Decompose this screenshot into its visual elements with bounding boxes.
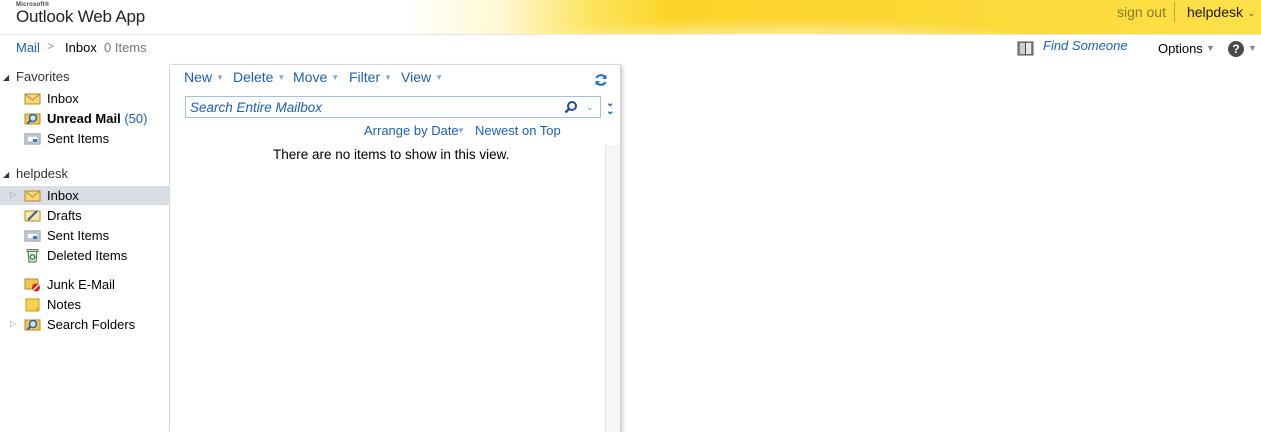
folder-item-notes[interactable]: Notes	[0, 295, 170, 314]
chevron-down-icon[interactable]: ▼	[1248, 43, 1257, 53]
chevron-down-icon[interactable]: ⌄	[586, 102, 594, 113]
header-divider	[1174, 2, 1175, 22]
expand-triangle-icon[interactable]: ▷	[10, 319, 16, 328]
folder-item-sent-items[interactable]: Sent Items	[0, 226, 170, 245]
refresh-icon[interactable]	[594, 73, 608, 87]
drafts-icon	[24, 210, 41, 222]
chevron-down-icon[interactable]: ▼	[277, 73, 285, 82]
sort-order-toggle[interactable]: Newest on Top	[475, 123, 561, 138]
search-icon[interactable]	[564, 100, 578, 114]
unread-mail-label-group: Unread Mail (50)	[47, 111, 147, 126]
chevron-down-icon[interactable]: ▼	[331, 73, 339, 82]
folder-label: Notes	[47, 297, 81, 312]
recycle-bin-icon	[26, 249, 39, 263]
options-menu[interactable]: Options	[1158, 41, 1203, 56]
app-header: Microsoft® Outlook Web App sign out help…	[0, 0, 1261, 35]
sent-items-icon	[24, 133, 41, 145]
filter-button[interactable]: Filter ▼	[349, 69, 392, 85]
folder-label: Drafts	[47, 208, 82, 223]
delete-button[interactable]: Delete ▼	[233, 69, 285, 85]
search-box[interactable]: ⌄	[185, 96, 601, 118]
favorite-item-sent-items[interactable]: Sent Items	[0, 129, 170, 148]
search-folder-icon	[24, 319, 41, 331]
notes-icon	[25, 298, 40, 312]
app-title: Outlook Web App	[16, 7, 145, 26]
chevron-down-icon[interactable]: ⌄	[1247, 8, 1255, 19]
breadcrumb-mail-link[interactable]: Mail	[16, 40, 40, 55]
chevron-down-icon[interactable]: ▼	[435, 73, 443, 82]
unread-count: 50	[128, 111, 144, 126]
message-list-pane: New▼ Delete▼ Move▼ Filter▼ View▼ ⌄ ⌄⌄ Ar…	[171, 64, 621, 432]
collapse-triangle-icon[interactable]: ◢	[3, 73, 9, 82]
folder-item-junk-e-mail[interactable]: Junk E-Mail	[0, 275, 170, 294]
message-list-scrollbar[interactable]	[605, 145, 620, 432]
breadcrumb-current-folder: Inbox	[65, 40, 97, 55]
chevron-down-icon[interactable]: ▼	[457, 126, 465, 135]
folder-label: Junk E-Mail	[47, 277, 115, 292]
empty-list-message: There are no items to show in this view.	[273, 147, 510, 162]
breadcrumb-separator: >	[47, 39, 55, 53]
double-chevron-down-icon[interactable]: ⌄ ⌄	[606, 99, 614, 117]
view-button[interactable]: View ▼	[401, 69, 443, 85]
sent-items-icon	[24, 230, 41, 242]
folder-tree: ◢ Favorites Inbox Unread Mail (50) Sent …	[0, 64, 170, 432]
new-label: New	[184, 69, 213, 85]
inbox-icon	[24, 190, 41, 202]
arrange-by-menu[interactable]: Arrange by Date	[364, 123, 459, 138]
folder-label: Inbox	[47, 188, 79, 203]
chevron-down-icon[interactable]: ▼	[384, 73, 392, 82]
folder-label: Search Folders	[47, 317, 136, 332]
folder-label: Deleted Items	[47, 248, 128, 263]
collapse-triangle-icon[interactable]: ◢	[3, 170, 9, 179]
junk-icon	[24, 278, 40, 292]
folder-label: Unread Mail	[47, 111, 121, 126]
chevron-down-icon[interactable]: ▼	[216, 73, 224, 82]
folder-label: Sent Items	[47, 228, 110, 243]
user-menu[interactable]: helpdesk	[1187, 4, 1243, 20]
address-book-icon[interactable]	[1017, 41, 1034, 56]
inbox-icon	[24, 93, 41, 105]
folder-item-search-folders[interactable]: ▷ Search Folders	[0, 315, 170, 334]
search-folder-icon	[24, 113, 41, 125]
favorite-item-inbox[interactable]: Inbox	[0, 89, 170, 108]
breadcrumb: Mail > Inbox 0 Items Find Someone Option…	[0, 36, 1261, 62]
view-label: View	[401, 69, 432, 85]
sign-out-link[interactable]: sign out	[1117, 4, 1166, 20]
filter-label: Filter	[349, 69, 381, 85]
expand-triangle-icon[interactable]: ▷	[10, 190, 16, 199]
move-button[interactable]: Move ▼	[293, 69, 339, 85]
search-input[interactable]	[190, 99, 550, 115]
move-label: Move	[293, 69, 328, 85]
delete-label: Delete	[233, 69, 274, 85]
help-icon[interactable]: ?	[1228, 41, 1244, 57]
folder-label: Inbox	[47, 91, 79, 106]
mailbox-label: helpdesk	[16, 166, 69, 181]
folder-item-deleted-items[interactable]: Deleted Items	[0, 246, 170, 265]
new-button[interactable]: New ▼	[184, 69, 224, 85]
item-count: 0 Items	[104, 40, 147, 55]
unread-count-close: )	[143, 111, 148, 126]
favorites-label: Favorites	[16, 69, 70, 84]
chevron-down-icon[interactable]: ▼	[1206, 43, 1215, 53]
folder-label: Sent Items	[47, 131, 110, 146]
folder-item-drafts[interactable]: Drafts	[0, 206, 170, 225]
folder-item-inbox[interactable]: ▷ Inbox	[0, 186, 170, 205]
favorite-item-unread-mail[interactable]: Unread Mail (50)	[0, 109, 170, 128]
find-someone-link[interactable]: Find Someone	[1043, 38, 1128, 53]
